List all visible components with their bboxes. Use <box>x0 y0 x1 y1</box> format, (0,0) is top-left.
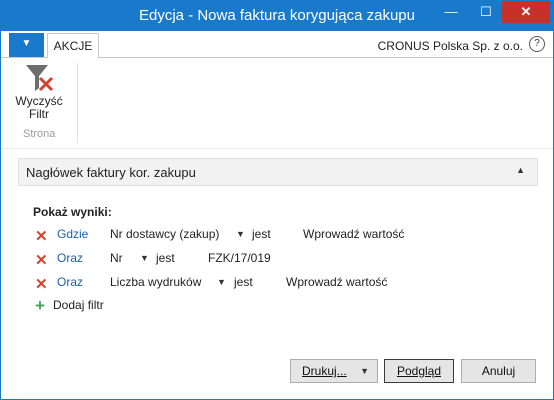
dialog-window: Edycja - Nowa faktura korygująca zakupu … <box>0 0 554 400</box>
close-button[interactable]: ✕ <box>502 1 550 23</box>
add-icon[interactable]: + <box>35 296 45 316</box>
remove-filter-icon[interactable]: ✕ <box>35 251 48 269</box>
maximize-button[interactable]: ☐ <box>469 1 503 23</box>
ribbon-group-divider <box>77 63 78 143</box>
minimize-button[interactable]: — <box>434 1 468 23</box>
filter-keyword[interactable]: Oraz <box>57 275 83 289</box>
filter-value[interactable]: FZK/17/019 <box>208 251 271 265</box>
print-button-label: Drukuj... <box>302 364 347 378</box>
show-results-heading: Pokaż wyniki: <box>33 205 112 219</box>
ribbon-body: Wyczyść Filtr Strona <box>1 58 553 148</box>
tab-akcje[interactable]: AKCJE <box>47 33 99 59</box>
preview-button-label: Podgląd <box>396 364 442 378</box>
filter-operator: jest <box>156 251 175 265</box>
filter-value[interactable]: Wprowadź wartość <box>286 275 387 289</box>
chevron-down-icon[interactable]: ▼ <box>360 360 369 382</box>
field-dropdown-icon[interactable]: ▼ <box>217 277 226 287</box>
print-button[interactable]: Drukuj... ▼ <box>290 359 378 383</box>
title-bar[interactable]: Edycja - Nowa faktura korygująca zakupu … <box>1 1 553 31</box>
filter-operator: jest <box>252 227 271 241</box>
clear-filter-icon <box>26 65 54 92</box>
help-icon[interactable]: ? <box>529 36 545 52</box>
fasttab-title: Nagłówek faktury kor. zakupu <box>26 165 196 180</box>
field-dropdown-icon[interactable]: ▼ <box>236 229 245 239</box>
collapse-caret-icon[interactable]: ▲ <box>516 165 525 175</box>
remove-filter-icon[interactable]: ✕ <box>35 275 48 293</box>
app-menu-button[interactable]: ▼ <box>9 33 44 57</box>
filter-field[interactable]: Nr dostawcy (zakup) <box>110 227 219 241</box>
filter-keyword[interactable]: Gdzie <box>57 227 88 241</box>
add-filter-label[interactable]: Dodaj filtr <box>53 298 104 312</box>
ribbon-divider <box>1 148 553 149</box>
company-name: CRONUS Polska Sp. z o.o. <box>377 39 523 53</box>
filter-field[interactable]: Nr <box>110 251 123 265</box>
filter-value[interactable]: Wprowadź wartość <box>303 227 404 241</box>
fasttab-header[interactable]: Nagłówek faktury kor. zakupu ▲ <box>18 158 538 186</box>
clear-filter-button[interactable]: Wyczyść Filtr <box>11 61 67 121</box>
field-dropdown-icon[interactable]: ▼ <box>140 253 149 263</box>
remove-filter-icon[interactable]: ✕ <box>35 227 48 245</box>
filter-field[interactable]: Liczba wydruków <box>110 275 201 289</box>
filter-keyword[interactable]: Oraz <box>57 251 83 265</box>
ribbon-group-label: Strona <box>23 128 56 140</box>
clear-filter-label-line2: Filtr <box>29 107 49 121</box>
filter-operator: jest <box>234 275 253 289</box>
preview-button[interactable]: Podgląd <box>384 359 454 383</box>
chevron-down-icon: ▼ <box>21 38 32 49</box>
cancel-button[interactable]: Anuluj <box>461 359 536 383</box>
ribbon-tab-bar: ▼ AKCJE CRONUS Polska Sp. z o.o. ? <box>1 31 553 59</box>
